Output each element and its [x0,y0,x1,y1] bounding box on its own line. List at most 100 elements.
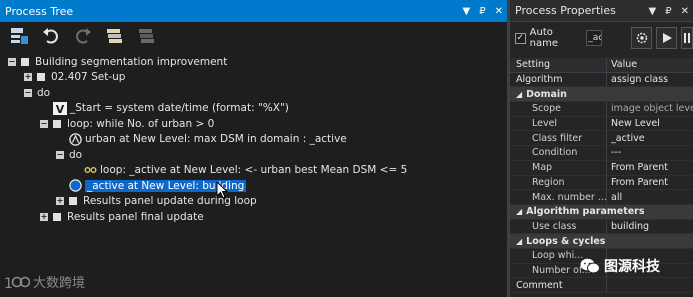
property-row[interactable]: Max. number ... all [510,190,693,205]
property-value[interactable]: From Parent [606,175,693,190]
assign-class-icon [69,179,82,192]
property-value[interactable]: assign class [606,72,693,87]
gear-icon [636,32,647,44]
watermark-text: 大数跨境 [33,276,86,291]
property-name: Use class [532,220,577,232]
pin-icon[interactable]: ₽ [479,6,485,17]
property-row[interactable]: Map From Parent [510,160,693,176]
collapse-triangle-icon[interactable]: ◢ [510,207,522,216]
property-value[interactable]: all [606,190,693,204]
auto-name-checkbox[interactable]: ✓ [515,32,526,44]
tree-node[interactable]: + 02.407 Set-up [24,70,125,86]
tree-node-label: Results panel final update [67,210,204,223]
tree-node[interactable]: loop: _active at New Level: <- urban bes… [84,163,407,179]
property-name: Condition [532,147,578,159]
tree-node-label: _Start = system date/time (format: "%X") [70,102,289,115]
tree-node-label: 02.407 Set-up [51,71,126,84]
collapse-icon[interactable]: − [8,57,16,66]
watermark-text: 图源科技 [604,259,660,275]
property-value[interactable]: --- [606,146,693,160]
tree-node-label: do [69,148,83,161]
dropdown-icon[interactable]: ▼ [463,6,471,17]
tree-node-label: do [37,86,51,99]
property-category[interactable]: ◢ Algorithm parameters [510,204,693,220]
tree-node[interactable]: − do [24,85,50,101]
redo-icon[interactable] [72,25,94,47]
tree-node[interactable]: urban at New Level: max DSM in domain : … [69,132,347,148]
collapse-icon[interactable]: − [56,150,64,159]
property-row[interactable]: Scope image object level [510,102,693,117]
watermark-logo: 1 大数跨境 [4,272,86,292]
process-icon [21,57,29,66]
column-header-value: Value [606,58,693,72]
property-row[interactable]: Comment [510,278,693,293]
process-icon [37,73,45,82]
category-label: Loops & cycles [526,235,606,247]
category-label: Domain [526,88,567,100]
property-category[interactable]: ◢ Loops & cycles [510,234,693,249]
tree-node[interactable]: − loop: while No. of urban > 0 [40,116,214,132]
property-value[interactable] [606,278,693,292]
property-name: Region [532,176,565,188]
tree-node-label: loop: _active at New Level: <- urban bes… [100,164,408,177]
close-icon[interactable]: ✕ [681,6,689,17]
execute-button[interactable] [656,27,678,49]
pin-icon[interactable]: ₽ [665,6,671,17]
variable-icon: V [53,101,67,115]
property-value[interactable]: building [606,219,693,234]
auto-name-label: Auto name [529,27,559,49]
process-properties-title: Process Properties [515,4,616,17]
collapse-icon[interactable]: − [24,88,32,97]
pause-icon [684,33,691,43]
mouse-cursor-icon [216,180,229,202]
collapse-triangle-icon[interactable]: ◢ [510,237,522,246]
tree-node[interactable]: − do [56,147,82,163]
tree-node-label: Building segmentation improvement [35,55,228,68]
tree-node[interactable]: V _Start = system date/time (format: "%X… [53,101,289,117]
property-row[interactable]: Level New Level [510,116,693,132]
process-tree-panel: Process Tree ▼ ₽ ✕ − Building segmentati… [0,0,507,297]
process-tree-toolbar [0,22,507,50]
property-name: Comment [516,279,563,291]
property-name: Scope [532,103,561,115]
close-icon[interactable]: ✕ [495,6,503,17]
property-row[interactable]: Algorithm assign class [510,72,693,88]
property-value[interactable]: New Level [606,116,693,131]
expand-icon[interactable]: + [24,73,32,82]
settings-button[interactable] [630,27,653,49]
process-tree-icon[interactable] [8,25,30,47]
rule-set-icon[interactable] [104,25,126,47]
property-grid-header: Setting Value [510,58,693,73]
property-name: Level [532,118,558,130]
wechat-icon [580,258,600,274]
undo-icon[interactable] [40,25,62,47]
name-field[interactable]: _ac [586,30,602,46]
property-row[interactable]: Class filter _active [510,131,693,147]
tree-node[interactable]: − Building segmentation improvement [8,54,227,70]
process-properties-panel: Process Properties ▼ ₽ ✕ ✓ Auto name _ac… [510,0,693,297]
svg-text:1: 1 [4,276,13,291]
tree-node-label: urban at New Level: max DSM in domain : … [85,133,347,146]
property-row[interactable]: Region From Parent [510,175,693,191]
expand-icon[interactable]: + [56,197,64,206]
tree-node[interactable]: + Results panel final update [40,209,204,225]
process-icon [53,119,61,128]
pause-button[interactable] [681,27,693,49]
property-value[interactable]: image object level [606,102,693,116]
property-category[interactable]: ◢ Domain [510,87,693,103]
segmentation-icon [69,133,82,146]
collapse-icon[interactable]: − [40,119,48,128]
dropdown-icon[interactable]: ▼ [649,6,657,17]
watermark-logo-icon: 1 [4,276,30,291]
collapse-triangle-icon[interactable]: ◢ [510,90,522,99]
property-name: Map [532,162,553,174]
property-name: Algorithm [516,74,563,86]
property-name: Max. number ... [532,191,606,203]
tree-node-label: loop: while No. of urban > 0 [67,117,215,130]
property-value[interactable]: _active [606,131,693,146]
property-value[interactable]: From Parent [606,160,693,175]
rule-set-disabled-icon[interactable] [136,25,158,47]
expand-icon[interactable]: + [40,212,48,221]
property-row[interactable]: Use class building [510,219,693,235]
property-row[interactable]: Condition --- [510,146,693,161]
